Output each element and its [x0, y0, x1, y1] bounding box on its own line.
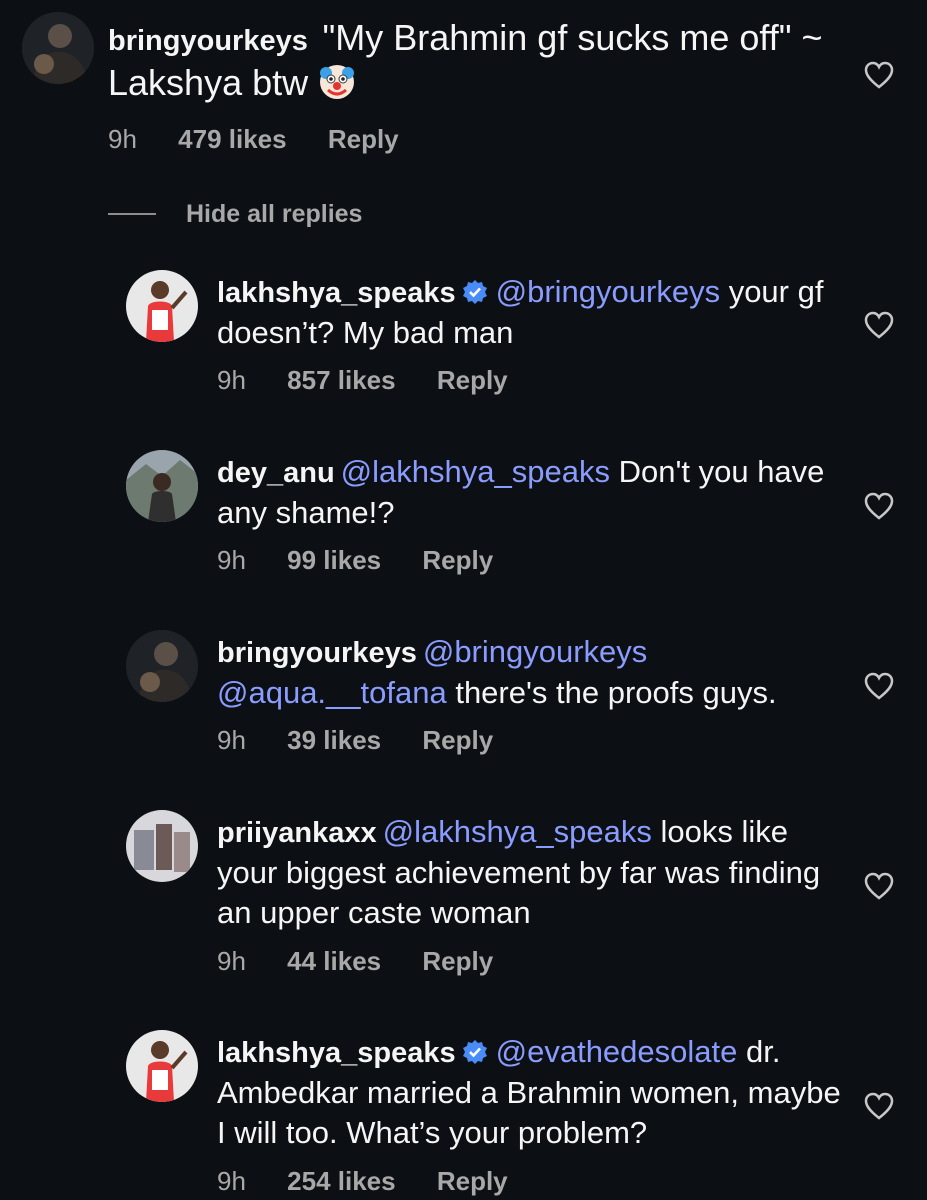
comment-likes[interactable]: 857 likes — [287, 365, 395, 395]
comment-mention[interactable]: @lakhshya_speaks — [383, 814, 652, 849]
comment-body: priiyankaxx @lakhshya_speaks looks like y… — [217, 812, 847, 933]
like-heart-icon[interactable] — [864, 872, 894, 900]
comment-mention[interactable]: @lakhshya_speaks — [341, 454, 610, 489]
comment-body: bringyourkeys "My Brahmin gf sucks me of… — [108, 18, 848, 105]
avatar[interactable] — [126, 1030, 198, 1102]
reply-button[interactable]: Reply — [422, 946, 493, 976]
comment-body: lakhshya_speaks @bringyourkeys your gf do… — [217, 272, 847, 353]
avatar[interactable] — [22, 12, 94, 84]
avatar-photo-icon — [126, 810, 198, 882]
comment-likes[interactable]: 479 likes — [178, 124, 286, 154]
comment-time: 9h — [108, 124, 137, 154]
comment-mention-self[interactable]: @bringyourkeys — [423, 634, 647, 669]
comment-body: bringyourkeys @bringyourkeys @aqua.__tofa… — [217, 632, 847, 713]
like-heart-icon[interactable] — [864, 1092, 894, 1120]
reply-button[interactable]: Reply — [422, 545, 493, 575]
comment-meta: 9h 39 likes Reply — [217, 725, 527, 755]
avatar[interactable] — [126, 450, 198, 522]
comment-username[interactable]: bringyourkeys — [108, 25, 308, 57]
comment-time: 9h — [217, 365, 246, 395]
avatar-photo-icon — [126, 270, 198, 342]
like-heart-icon[interactable] — [864, 492, 894, 520]
comment-meta: 9h 99 likes Reply — [217, 545, 527, 575]
like-heart-icon[interactable] — [864, 61, 894, 89]
reply-button[interactable]: Reply — [422, 725, 493, 755]
comment-username[interactable]: dey_anu — [217, 457, 335, 489]
hide-replies-toggle[interactable]: Hide all replies — [108, 198, 362, 230]
avatar-photo-icon — [126, 630, 198, 702]
comment-username[interactable]: lakhshya_speaks — [217, 277, 456, 309]
comment-likes[interactable]: 99 likes — [287, 545, 381, 575]
comment-time: 9h — [217, 725, 246, 755]
comment-meta: 9h 857 likes Reply — [217, 365, 542, 395]
verified-badge-icon — [462, 1040, 487, 1064]
comment-meta: 9h 479 likes Reply — [108, 124, 433, 154]
comment-text: there's the proofs guys. — [446, 675, 777, 710]
comment-username[interactable]: lakhshya_speaks — [217, 1037, 456, 1069]
avatar[interactable] — [126, 270, 198, 342]
avatar-photo-icon — [22, 12, 94, 84]
comment-time: 9h — [217, 946, 246, 976]
comment-meta: 9h 44 likes Reply — [217, 946, 527, 976]
comment-body: dey_anu @lakhshya_speaks Don't you have a… — [217, 452, 847, 533]
verified-badge-icon — [462, 280, 487, 304]
comment-likes[interactable]: 44 likes — [287, 946, 381, 976]
avatar[interactable] — [126, 630, 198, 702]
clown-face-icon — [317, 65, 357, 102]
divider — [108, 213, 156, 215]
like-heart-icon[interactable] — [864, 672, 894, 700]
reply-button[interactable]: Reply — [437, 365, 508, 395]
comment-username[interactable]: priiyankaxx — [217, 817, 377, 849]
comment-mention[interactable]: @bringyourkeys — [496, 274, 720, 309]
comment-mention[interactable]: @aqua.__tofana — [217, 675, 447, 710]
avatar-photo-icon — [126, 450, 198, 522]
avatar[interactable] — [126, 810, 198, 882]
avatar-photo-icon — [126, 1030, 198, 1102]
comment-body: lakhshya_speaks @evathedesolate dr. Ambed… — [217, 1032, 847, 1153]
hide-replies-label[interactable]: Hide all replies — [186, 200, 362, 229]
comment-mention[interactable]: @evathedesolate — [496, 1034, 738, 1069]
comment-time: 9h — [217, 545, 246, 575]
like-heart-icon[interactable] — [864, 311, 894, 339]
comment-likes[interactable]: 39 likes — [287, 725, 381, 755]
comment-username[interactable]: bringyourkeys — [217, 637, 417, 669]
comment-meta: 9h 254 likes Reply — [217, 1166, 542, 1196]
comment-time: 9h — [217, 1166, 246, 1196]
reply-button[interactable]: Reply — [437, 1166, 508, 1196]
comment-likes[interactable]: 254 likes — [287, 1166, 395, 1196]
reply-button[interactable]: Reply — [328, 124, 399, 154]
